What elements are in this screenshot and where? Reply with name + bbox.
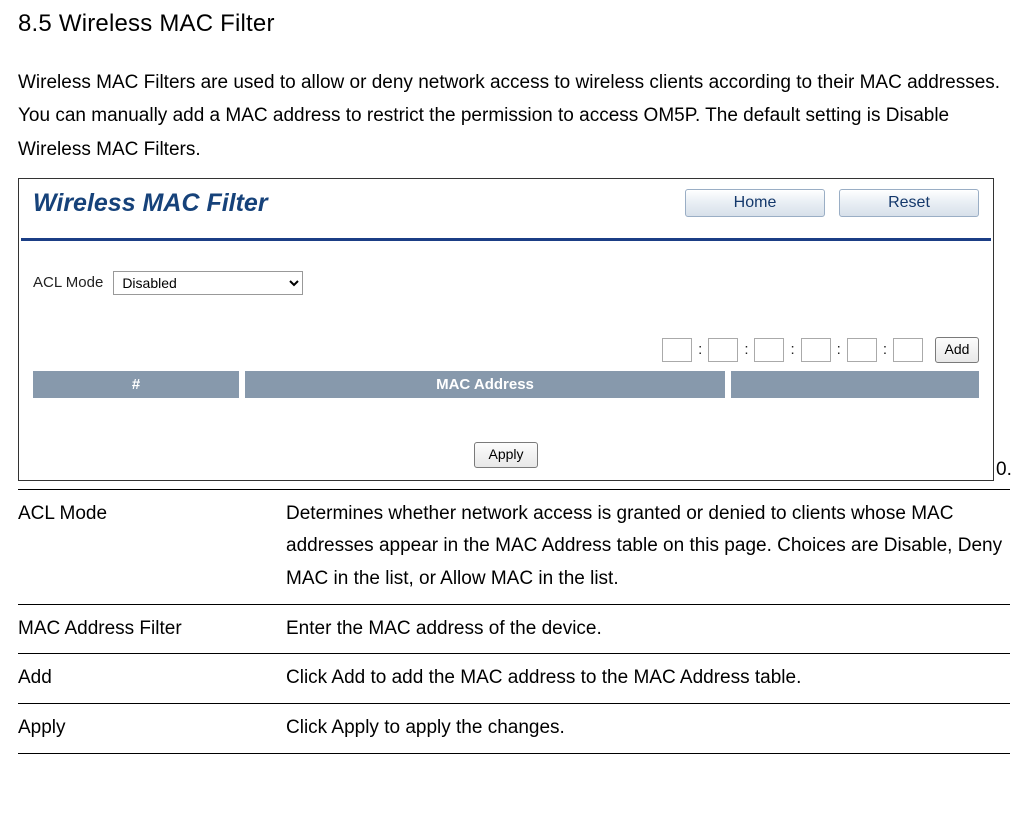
apply-row: Apply (19, 398, 993, 480)
def-desc: Enter the MAC address of the device. (286, 604, 1010, 654)
add-button[interactable]: Add (935, 337, 979, 363)
def-term: Add (18, 654, 286, 704)
table-col-action (731, 371, 979, 398)
panel-header: Wireless MAC Filter Home Reset (19, 179, 993, 238)
def-desc: Click Add to add the MAC address to the … (286, 654, 1010, 704)
mac-input-row: : : : : : Add (19, 307, 993, 369)
section-title: 8.5 Wireless MAC Filter (18, 10, 1018, 38)
config-panel: Wireless MAC Filter Home Reset ACL Mode … (18, 178, 994, 481)
mac-octet-6[interactable] (893, 338, 923, 362)
mac-octet-3[interactable] (754, 338, 784, 362)
def-term: Apply (18, 704, 286, 754)
mac-octet-4[interactable] (801, 338, 831, 362)
acl-mode-label: ACL Mode (33, 274, 103, 291)
mac-octet-2[interactable] (708, 338, 738, 362)
apply-button[interactable]: Apply (474, 442, 538, 468)
section-description: Wireless MAC Filters are used to allow o… (18, 66, 1018, 166)
table-row: MAC Address Filter Enter the MAC address… (18, 604, 1010, 654)
table-row: Apply Click Apply to apply the changes. (18, 704, 1010, 754)
mac-address-table-header: # MAC Address (33, 371, 979, 398)
trailing-text: 0. (996, 459, 1012, 480)
table-col-mac: MAC Address (245, 371, 725, 398)
reset-button[interactable]: Reset (839, 189, 979, 217)
acl-mode-select[interactable]: Disabled (113, 271, 303, 295)
mac-colon: : (790, 341, 794, 358)
def-term: MAC Address Filter (18, 604, 286, 654)
mac-colon: : (883, 341, 887, 358)
panel-title: Wireless MAC Filter (33, 189, 671, 218)
section-heading: Wireless MAC Filter (59, 10, 275, 37)
mac-colon: : (744, 341, 748, 358)
acl-mode-row: ACL Mode Disabled (19, 241, 993, 307)
table-col-number: # (33, 371, 239, 398)
mac-colon: : (837, 341, 841, 358)
mac-colon: : (698, 341, 702, 358)
mac-octet-1[interactable] (662, 338, 692, 362)
table-row: Add Click Add to add the MAC address to … (18, 654, 1010, 704)
def-desc: Determines whether network access is gra… (286, 489, 1010, 604)
mac-octet-5[interactable] (847, 338, 877, 362)
table-row: ACL Mode Determines whether network acce… (18, 489, 1010, 604)
def-desc: Click Apply to apply the changes. (286, 704, 1010, 754)
panel-wrapper: Wireless MAC Filter Home Reset ACL Mode … (18, 178, 1018, 481)
definitions-table: ACL Mode Determines whether network acce… (18, 489, 1010, 754)
def-term: ACL Mode (18, 489, 286, 604)
home-button[interactable]: Home (685, 189, 825, 217)
section-number: 8.5 (18, 10, 52, 37)
